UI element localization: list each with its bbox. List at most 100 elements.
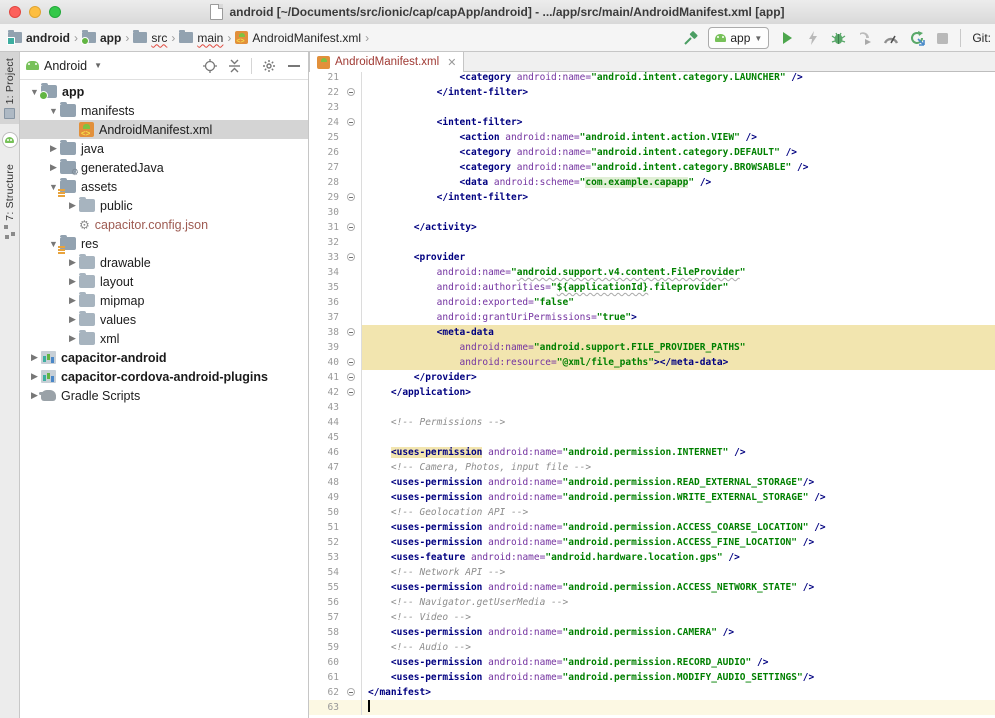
apply-changes-lightning-icon[interactable] (804, 30, 821, 47)
code-line-31[interactable]: 31 </activity> (309, 220, 995, 235)
structure-tool-window-button[interactable]: 7: Structure (0, 158, 19, 241)
collapse-all-icon[interactable] (226, 57, 243, 74)
fold-marker-icon[interactable] (347, 388, 355, 396)
zoom-window-button[interactable] (49, 6, 61, 18)
code-line-39[interactable]: 39 android:name="android.support.FILE_PR… (309, 340, 995, 355)
tree-item-generatedjava[interactable]: ▶generatedJava (20, 158, 308, 177)
tree-item-androidmanifest-xml[interactable]: AndroidManifest.xml (20, 120, 308, 139)
code-line-30[interactable]: 30 (309, 205, 995, 220)
fold-marker-icon[interactable] (347, 358, 355, 366)
code-line-32[interactable]: 32 (309, 235, 995, 250)
code-line-33[interactable]: 33 <provider (309, 250, 995, 265)
code-line-42[interactable]: 42 </application> (309, 385, 995, 400)
code-line-45[interactable]: 45 (309, 430, 995, 445)
tree-item-capacitor-android[interactable]: ▶capacitor-android (20, 348, 308, 367)
code-line-52[interactable]: 52 <uses-permission android:name="androi… (309, 535, 995, 550)
tree-item-layout[interactable]: ▶layout (20, 272, 308, 291)
tree-item-public[interactable]: ▶public (20, 196, 308, 215)
debug-bug-icon[interactable] (830, 30, 847, 47)
code-line-61[interactable]: 61 <uses-permission android:name="androi… (309, 670, 995, 685)
code-line-53[interactable]: 53 <uses-feature android:name="android.h… (309, 550, 995, 565)
code-line-49[interactable]: 49 <uses-permission android:name="androi… (309, 490, 995, 505)
code-line-37[interactable]: 37 android:grantUriPermissions="true"> (309, 310, 995, 325)
close-window-button[interactable] (9, 6, 21, 18)
fold-marker-icon[interactable] (347, 373, 355, 381)
code-line-35[interactable]: 35 android:authorities="${applicationId}… (309, 280, 995, 295)
tab-androidmanifest[interactable]: AndroidManifest.xml ✕ (309, 52, 464, 72)
tree-right-arrow-icon[interactable]: ▶ (28, 352, 41, 363)
tree-right-arrow-icon[interactable]: ▶ (66, 200, 79, 211)
tree-item-mipmap[interactable]: ▶mipmap (20, 291, 308, 310)
code-line-58[interactable]: 58 <uses-permission android:name="androi… (309, 625, 995, 640)
tree-item-capacitor-config-json[interactable]: ⚙capacitor.config.json (20, 215, 308, 234)
breadcrumb-item-androidmanifest-xml[interactable]: AndroidManifest.xml (235, 31, 361, 45)
code-line-27[interactable]: 27 <category android:name="android.inten… (309, 160, 995, 175)
tree-right-arrow-icon[interactable]: ▶ (66, 257, 79, 268)
project-view-selector[interactable]: Android ▼ (26, 59, 102, 73)
close-icon[interactable]: ✕ (447, 56, 456, 69)
tree-item-res[interactable]: ▼res (20, 234, 308, 253)
code-line-25[interactable]: 25 <action android:name="android.intent.… (309, 130, 995, 145)
code-line-40[interactable]: 40 android:resource="@xml/file_paths"></… (309, 355, 995, 370)
tree-right-arrow-icon[interactable]: ▶ (66, 295, 79, 306)
code-line-24[interactable]: 24 <intent-filter> (309, 115, 995, 130)
code-line-28[interactable]: 28 <data android:scheme="com.example.cap… (309, 175, 995, 190)
minimize-window-button[interactable] (29, 6, 41, 18)
code-line-55[interactable]: 55 <uses-permission android:name="androi… (309, 580, 995, 595)
code-editor[interactable]: 21 <category android:name="android.inten… (309, 72, 995, 718)
fold-marker-icon[interactable] (347, 118, 355, 126)
tree-right-arrow-icon[interactable]: ▶ (47, 162, 60, 173)
locate-file-icon[interactable] (201, 57, 218, 74)
code-line-57[interactable]: 57 <!-- Video --> (309, 610, 995, 625)
fold-marker-icon[interactable] (347, 88, 355, 96)
tree-down-arrow-icon[interactable]: ▼ (47, 182, 60, 192)
tree-item-java[interactable]: ▶java (20, 139, 308, 158)
code-line-21[interactable]: 21 <category android:name="android.inten… (309, 72, 995, 85)
build-hammer-icon[interactable] (682, 30, 699, 47)
fold-marker-icon[interactable] (347, 193, 355, 201)
fold-marker-icon[interactable] (347, 223, 355, 231)
tree-item-gradle-scripts[interactable]: ▶Gradle Scripts (20, 386, 308, 405)
code-line-56[interactable]: 56 <!-- Navigator.getUserMedia --> (309, 595, 995, 610)
tree-down-arrow-icon[interactable]: ▼ (47, 106, 60, 116)
run-configuration-select[interactable]: app ▼ (708, 27, 769, 49)
tree-right-arrow-icon[interactable]: ▶ (47, 143, 60, 154)
code-line-22[interactable]: 22 </intent-filter> (309, 85, 995, 100)
profiler-gauge-icon[interactable] (882, 30, 899, 47)
breadcrumb-item-main[interactable]: main (179, 31, 223, 45)
code-line-26[interactable]: 26 <category android:name="android.inten… (309, 145, 995, 160)
tree-right-arrow-icon[interactable]: ▶ (66, 314, 79, 325)
tree-item-xml[interactable]: ▶xml (20, 329, 308, 348)
code-line-38[interactable]: 38 <meta-data (309, 325, 995, 340)
tree-item-app[interactable]: ▼app (20, 82, 308, 101)
project-tool-window-button[interactable]: 1: Project (0, 52, 19, 124)
breadcrumb-item-android[interactable]: android (8, 31, 70, 45)
gear-icon[interactable] (260, 57, 277, 74)
attach-debugger-icon[interactable] (856, 30, 873, 47)
tree-down-arrow-icon[interactable]: ▼ (47, 239, 60, 249)
fold-marker-icon[interactable] (347, 688, 355, 696)
breadcrumb-item-app[interactable]: app (82, 31, 121, 45)
code-line-36[interactable]: 36 android:exported="false" (309, 295, 995, 310)
code-line-63[interactable]: 63 (309, 700, 995, 715)
code-line-46[interactable]: 46 <uses-permission android:name="androi… (309, 445, 995, 460)
code-line-51[interactable]: 51 <uses-permission android:name="androi… (309, 520, 995, 535)
sync-apply-icon[interactable] (908, 30, 925, 47)
tree-right-arrow-icon[interactable]: ▶ (66, 276, 79, 287)
fold-marker-icon[interactable] (347, 253, 355, 261)
code-line-29[interactable]: 29 </intent-filter> (309, 190, 995, 205)
code-line-59[interactable]: 59 <!-- Audio --> (309, 640, 995, 655)
code-line-41[interactable]: 41 </provider> (309, 370, 995, 385)
tree-item-values[interactable]: ▶values (20, 310, 308, 329)
hide-panel-icon[interactable] (285, 57, 302, 74)
code-line-47[interactable]: 47 <!-- Camera, Photos, input file --> (309, 460, 995, 475)
code-line-54[interactable]: 54 <!-- Network API --> (309, 565, 995, 580)
android-tool-icon[interactable] (2, 132, 18, 148)
code-line-34[interactable]: 34 android:name="android.support.v4.cont… (309, 265, 995, 280)
fold-marker-icon[interactable] (347, 328, 355, 336)
tree-item-drawable[interactable]: ▶drawable (20, 253, 308, 272)
tree-right-arrow-icon[interactable]: ▶ (28, 371, 41, 382)
code-line-44[interactable]: 44 <!-- Permissions --> (309, 415, 995, 430)
tree-item-capacitor-cordova-android-plugins[interactable]: ▶capacitor-cordova-android-plugins (20, 367, 308, 386)
stop-button[interactable] (934, 30, 951, 47)
